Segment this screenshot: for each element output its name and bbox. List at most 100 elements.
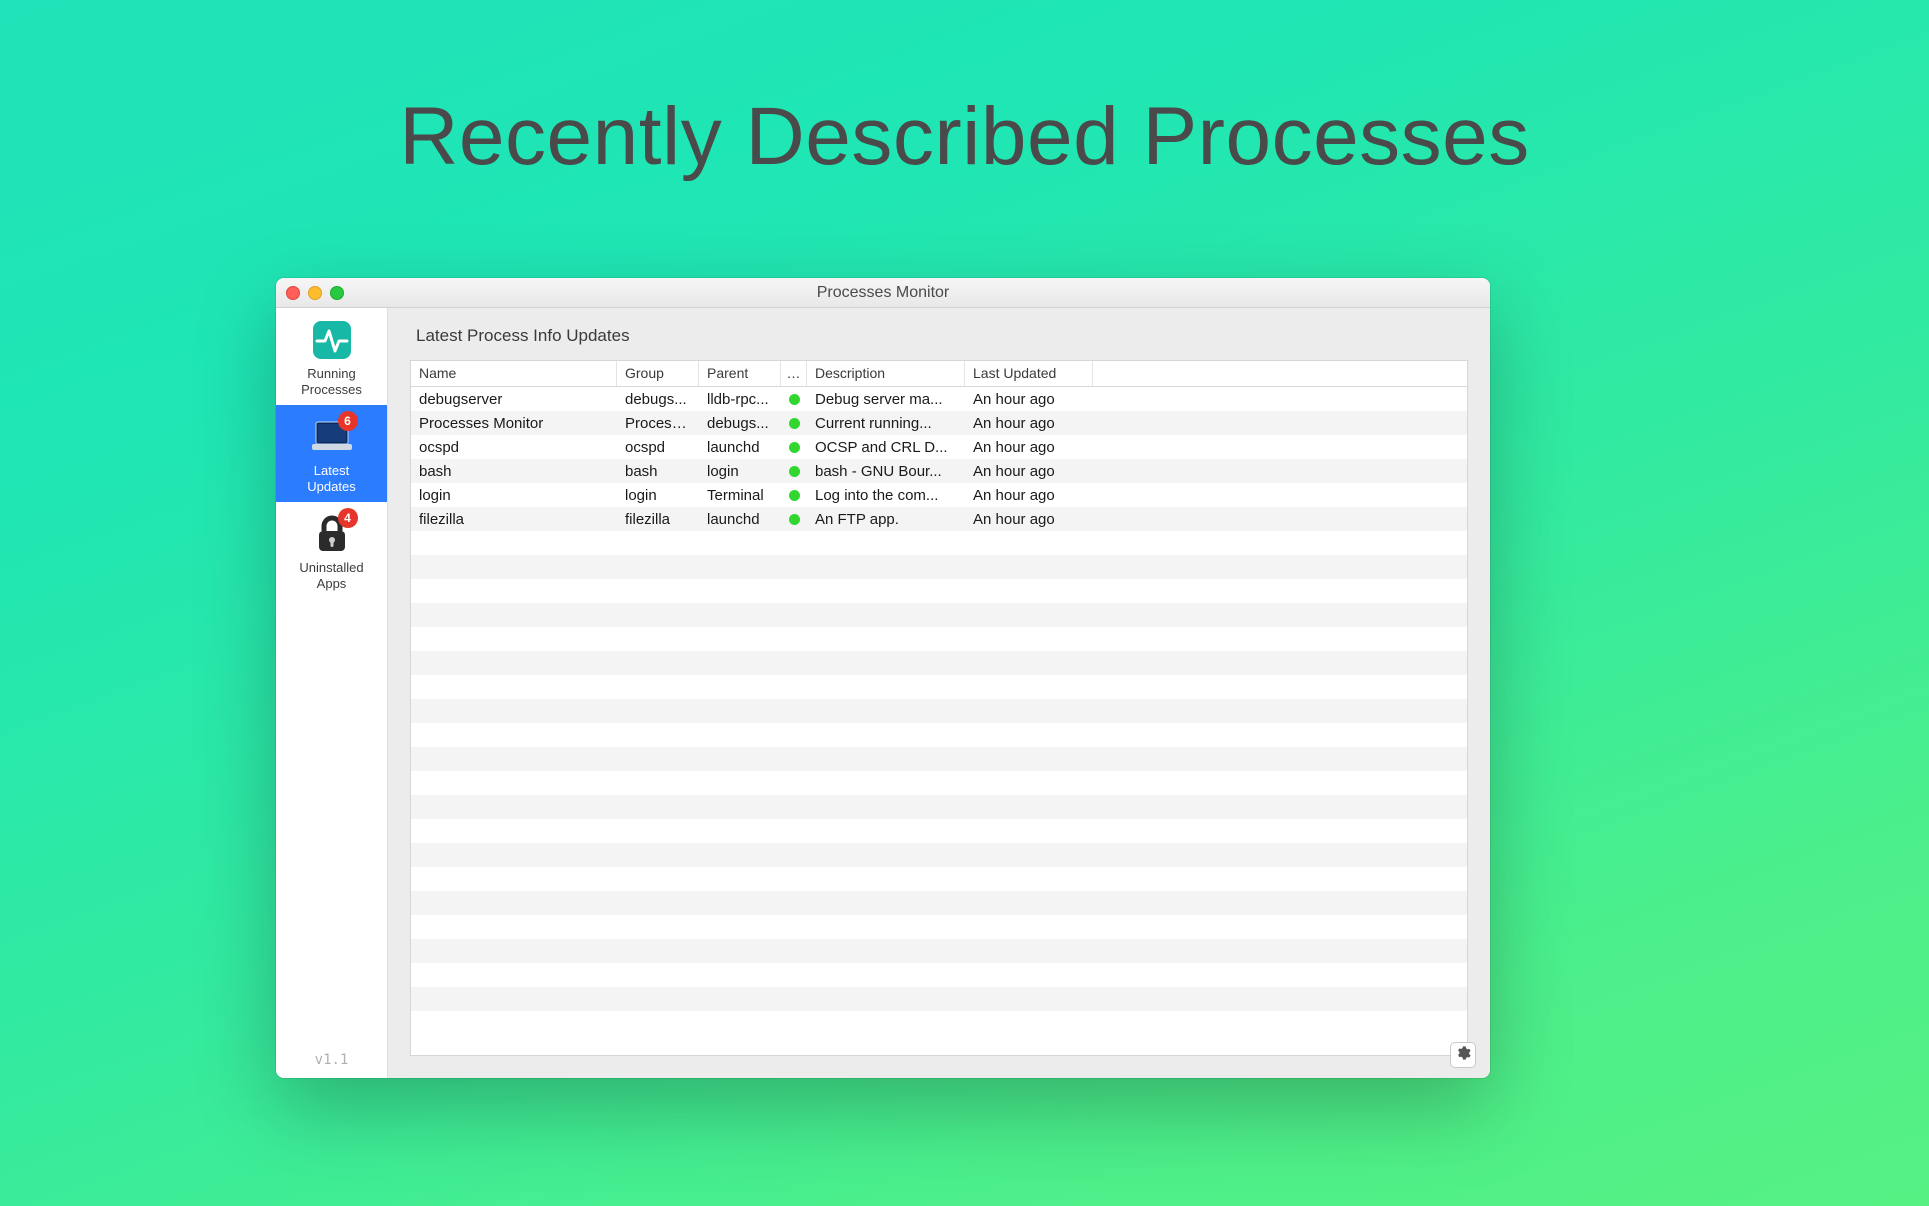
cell-name: debugserver bbox=[411, 391, 617, 408]
table-row[interactable]: debugserverdebugs...lldb-rpc... Debug ser… bbox=[411, 387, 1467, 411]
version-label: v1.1 bbox=[276, 1042, 387, 1078]
window-body: Running Processes 6 Latest Updates bbox=[276, 308, 1490, 1078]
sidebar-item-latest-updates[interactable]: 6 Latest Updates bbox=[276, 405, 387, 502]
activity-icon bbox=[310, 318, 354, 362]
laptop-icon: 6 bbox=[310, 415, 354, 459]
cell-updated: An hour ago bbox=[965, 463, 1093, 480]
table-row bbox=[411, 891, 1467, 915]
sidebar-item-label: Uninstalled Apps bbox=[280, 560, 383, 591]
table-row bbox=[411, 579, 1467, 603]
table-row bbox=[411, 747, 1467, 771]
table-row bbox=[411, 555, 1467, 579]
cell-description: Current running... bbox=[807, 415, 965, 432]
sidebar-item-uninstalled-apps[interactable]: 4 Uninstalled Apps bbox=[276, 502, 387, 599]
cell-status bbox=[781, 510, 807, 529]
th-description[interactable]: Description bbox=[807, 361, 965, 386]
cell-status bbox=[781, 486, 807, 505]
th-status[interactable]: … bbox=[781, 361, 807, 386]
cell-group: Process... bbox=[617, 415, 699, 432]
status-dot-icon bbox=[789, 514, 800, 525]
badge: 4 bbox=[338, 508, 358, 528]
status-dot-icon bbox=[789, 394, 800, 405]
cell-group: bash bbox=[617, 463, 699, 480]
cell-group: debugs... bbox=[617, 391, 699, 408]
badge: 6 bbox=[338, 411, 358, 431]
cell-status bbox=[781, 390, 807, 409]
cell-group: filezilla bbox=[617, 511, 699, 528]
th-group[interactable]: Group bbox=[617, 361, 699, 386]
th-updated[interactable]: Last Updated bbox=[965, 361, 1093, 386]
table-row bbox=[411, 675, 1467, 699]
table-row[interactable]: Processes MonitorProcess...debugs... Curr… bbox=[411, 411, 1467, 435]
settings-button[interactable] bbox=[1450, 1042, 1476, 1068]
cell-description: Log into the com... bbox=[807, 487, 965, 504]
cell-parent: launchd bbox=[699, 439, 781, 456]
table-row[interactable]: bashbashloginbash - GNU Bour...An hour a… bbox=[411, 459, 1467, 483]
th-name[interactable]: Name bbox=[411, 361, 617, 386]
cell-updated: An hour ago bbox=[965, 415, 1093, 432]
titlebar: Processes Monitor bbox=[276, 278, 1490, 308]
cell-group: ocspd bbox=[617, 439, 699, 456]
status-dot-icon bbox=[789, 442, 800, 453]
promo-title: Recently Described Processes bbox=[0, 90, 1929, 184]
content-area: Latest Process Info Updates Name Group P… bbox=[388, 308, 1490, 1078]
table-row[interactable]: loginloginTerminalLog into the com...An … bbox=[411, 483, 1467, 507]
window-zoom-button[interactable] bbox=[330, 286, 344, 300]
table-row bbox=[411, 771, 1467, 795]
table-row bbox=[411, 627, 1467, 651]
table-row bbox=[411, 987, 1467, 1011]
table-header-row: Name Group Parent … Description Last Upd… bbox=[411, 361, 1467, 387]
cell-updated: An hour ago bbox=[965, 391, 1093, 408]
table-row bbox=[411, 939, 1467, 963]
cell-name: login bbox=[411, 487, 617, 504]
cell-name: Processes Monitor bbox=[411, 415, 617, 432]
cell-updated: An hour ago bbox=[965, 511, 1093, 528]
status-dot-icon bbox=[789, 490, 800, 501]
cell-parent: Terminal bbox=[699, 487, 781, 504]
process-table: Name Group Parent … Description Last Upd… bbox=[410, 360, 1468, 1056]
cell-status bbox=[781, 414, 807, 433]
table-row[interactable]: filezillafilezillalaunchdAn FTP app.An h… bbox=[411, 507, 1467, 531]
table-row bbox=[411, 531, 1467, 555]
table-row bbox=[411, 915, 1467, 939]
traffic-lights bbox=[286, 286, 344, 300]
th-spacer bbox=[1093, 361, 1467, 386]
table-row bbox=[411, 603, 1467, 627]
window-close-button[interactable] bbox=[286, 286, 300, 300]
sidebar-item-label: Latest Updates bbox=[280, 463, 383, 494]
table-row bbox=[411, 963, 1467, 987]
table-row[interactable]: ocspdocspdlaunchdOCSP and CRL D...An hou… bbox=[411, 435, 1467, 459]
cell-updated: An hour ago bbox=[965, 487, 1093, 504]
cell-name: filezilla bbox=[411, 511, 617, 528]
cell-updated: An hour ago bbox=[965, 439, 1093, 456]
table-row bbox=[411, 867, 1467, 891]
th-parent[interactable]: Parent bbox=[699, 361, 781, 386]
cell-parent: lldb-rpc... bbox=[699, 391, 781, 408]
status-dot-icon bbox=[789, 418, 800, 429]
cell-parent: debugs... bbox=[699, 415, 781, 432]
cell-status bbox=[781, 462, 807, 481]
table-row bbox=[411, 795, 1467, 819]
cell-description: OCSP and CRL D... bbox=[807, 439, 965, 456]
table-row bbox=[411, 723, 1467, 747]
cell-name: bash bbox=[411, 463, 617, 480]
cell-name: ocspd bbox=[411, 439, 617, 456]
content-header: Latest Process Info Updates bbox=[416, 326, 1468, 346]
table-body: debugserverdebugs...lldb-rpc...Debug ser… bbox=[411, 387, 1467, 1055]
window-minimize-button[interactable] bbox=[308, 286, 322, 300]
status-dot-icon bbox=[789, 466, 800, 477]
table-row bbox=[411, 819, 1467, 843]
window-title: Processes Monitor bbox=[276, 284, 1490, 302]
cell-description: bash - GNU Bour... bbox=[807, 463, 965, 480]
cell-status bbox=[781, 438, 807, 457]
gear-icon bbox=[1455, 1045, 1471, 1066]
sidebar-item-running-processes[interactable]: Running Processes bbox=[276, 308, 387, 405]
table-row bbox=[411, 843, 1467, 867]
sidebar: Running Processes 6 Latest Updates bbox=[276, 308, 388, 1078]
cell-group: login bbox=[617, 487, 699, 504]
app-window: Processes Monitor Running Processes bbox=[276, 278, 1490, 1078]
sidebar-item-label: Running Processes bbox=[280, 366, 383, 397]
cell-description: Debug server ma... bbox=[807, 391, 965, 408]
cell-parent: login bbox=[699, 463, 781, 480]
lock-icon: 4 bbox=[310, 512, 354, 556]
